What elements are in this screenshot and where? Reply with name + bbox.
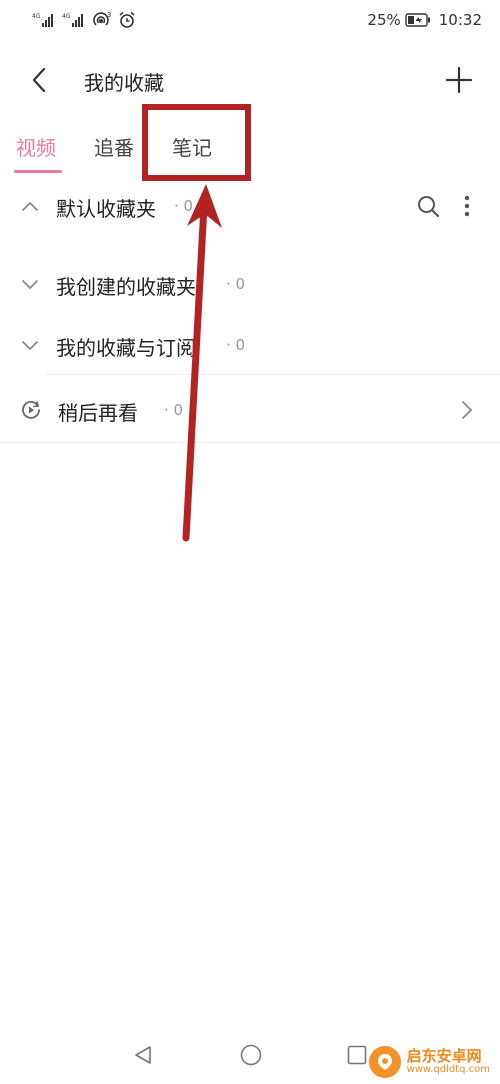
chevron-down-icon[interactable] bbox=[19, 273, 41, 295]
watermark: 启东安卓网 www.qdldtq.com bbox=[368, 1044, 490, 1080]
add-button[interactable] bbox=[444, 65, 474, 95]
add-icon bbox=[445, 66, 473, 94]
svg-text:3: 3 bbox=[107, 11, 111, 19]
folder-row-created[interactable]: 我创建的收藏夹 · 0 bbox=[0, 264, 500, 304]
alarm-icon bbox=[119, 11, 135, 28]
chevron-up-icon[interactable] bbox=[19, 195, 41, 217]
status-right: 25% 10:32 bbox=[367, 9, 482, 31]
folder-count: · 0 bbox=[226, 336, 246, 354]
folder-title: 我的收藏与订阅 bbox=[56, 336, 196, 360]
status-bar: 4G 4G 3 25% 10:32 bbox=[0, 0, 500, 40]
watermark-url: www.qdldtq.com bbox=[406, 1063, 490, 1075]
svg-text:4G: 4G bbox=[62, 13, 71, 20]
watch-later-count: · 0 bbox=[164, 401, 184, 419]
tab-active-indicator bbox=[14, 170, 62, 173]
folder-row-subscribed[interactable]: 我的收藏与订阅 · 0 bbox=[0, 325, 500, 365]
signal-icon: 4G bbox=[32, 13, 53, 27]
nav-back-icon bbox=[135, 1046, 151, 1064]
back-icon bbox=[32, 67, 46, 93]
watch-later-icon bbox=[22, 401, 40, 419]
watermark-logo bbox=[368, 1046, 401, 1078]
folder-count: · 0 bbox=[174, 197, 194, 215]
signal-icon: 4G bbox=[62, 13, 83, 27]
nav-home-button[interactable] bbox=[236, 1040, 266, 1070]
page-title: 我的收藏 bbox=[84, 71, 164, 95]
battery-icon bbox=[405, 13, 430, 27]
folder-title: 我创建的收藏夹 bbox=[56, 275, 196, 299]
status-left: 4G 4G 3 bbox=[32, 9, 136, 31]
watermark-logo-icon bbox=[377, 1054, 392, 1070]
back-button[interactable] bbox=[24, 65, 54, 95]
chevron-down-icon[interactable] bbox=[19, 334, 41, 356]
folder-row-default[interactable]: 默认收藏夹 · 0 bbox=[0, 186, 500, 226]
tab-video[interactable]: 视频 bbox=[16, 132, 56, 161]
battery-percent: 25% bbox=[367, 11, 401, 29]
nav-recent-button[interactable] bbox=[342, 1040, 372, 1070]
watch-later-title: 稍后再看 bbox=[58, 401, 138, 425]
hotspot-icon: 3 bbox=[93, 11, 111, 26]
folder-count: · 0 bbox=[226, 275, 246, 293]
header: 我的收藏 bbox=[0, 55, 500, 107]
svg-text:4G: 4G bbox=[32, 13, 41, 20]
folder-title: 默认收藏夹 bbox=[56, 197, 156, 221]
tab-bangumi[interactable]: 追番 bbox=[94, 132, 134, 161]
annotation-highlight-box bbox=[142, 104, 251, 181]
nav-home-icon bbox=[240, 1044, 262, 1066]
search-icon[interactable] bbox=[416, 194, 440, 218]
more-vertical-icon[interactable] bbox=[462, 194, 472, 218]
battery-indicator: 25% bbox=[367, 11, 430, 29]
watch-later-row[interactable]: 稍后再看 · 0 bbox=[0, 390, 500, 430]
nav-back-button[interactable] bbox=[128, 1040, 158, 1070]
watermark-name: 启东安卓网 bbox=[406, 1046, 482, 1065]
chevron-right-icon bbox=[462, 401, 472, 419]
divider bbox=[0, 442, 500, 443]
divider bbox=[46, 374, 500, 375]
nav-recent-icon bbox=[347, 1045, 367, 1065]
clock: 10:32 bbox=[438, 11, 482, 29]
